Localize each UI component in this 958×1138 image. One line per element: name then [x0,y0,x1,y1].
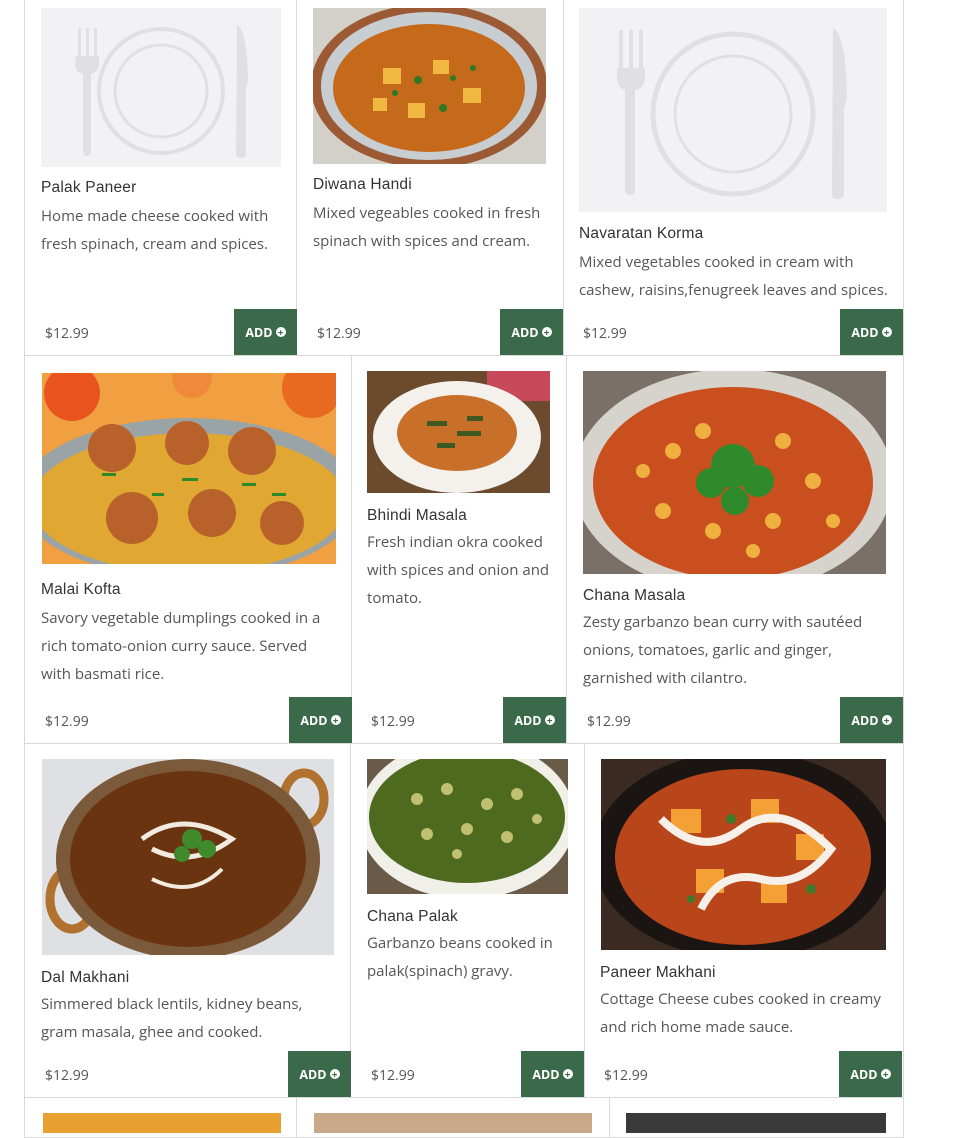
plus-circle-icon: + [544,715,555,725]
add-to-cart-button[interactable]: ADD + [521,1051,584,1097]
item-price: $12.99 [371,1066,415,1085]
add-to-cart-button[interactable]: ADD + [234,309,297,355]
item-title: Diwana Handi [313,176,412,193]
add-to-cart-button[interactable]: ADD + [840,309,903,355]
plus-circle-icon: + [881,715,892,725]
item-price: $12.99 [583,324,627,343]
add-to-cart-button[interactable]: ADD + [289,697,352,743]
add-label: ADD [532,1065,560,1083]
menu-item-card: Dal Makhani Simmered black lentils, kidn… [24,744,351,1098]
dal-kadai-image [42,759,334,955]
item-title: Malai Kofta [41,581,121,598]
menu-item-card: Chana Masala Zesty garbanzo bean curry w… [567,356,904,744]
menu-item-card: Diwana Handi Mixed vegeables cooked in f… [297,0,564,356]
item-price: $12.99 [604,1066,648,1085]
menu-item-card: Palak Paneer Home made cheese cooked wit… [24,0,297,356]
item-title: Paneer Makhani [600,964,716,981]
menu-item-card: Paneer Makhani Cottage Cheese cubes cook… [585,744,904,1098]
menu-item-card [610,1098,904,1138]
menu-item-card [297,1098,610,1138]
add-to-cart-button[interactable]: ADD + [288,1051,351,1097]
add-to-cart-button[interactable]: ADD + [839,1051,902,1097]
item-description: Simmered black lentils, kidney beans, gr… [41,994,303,1042]
add-label: ADD [851,711,879,729]
item-description: Garbanzo beans cooked in palak(spinach) … [367,933,553,981]
spinach-chickpea-bowl-image [367,759,568,894]
add-to-cart-button[interactable]: ADD + [503,697,566,743]
menu-item-card: Chana Palak Garbanzo beans cooked in pal… [351,744,585,1098]
food-image [43,1113,281,1133]
item-title: Bhindi Masala [367,507,467,524]
paneer-makhani-bowl-image [601,759,886,950]
add-label: ADD [850,1065,878,1083]
item-description: Fresh indian okra cooked with spices and… [367,532,550,608]
add-to-cart-button[interactable]: ADD + [840,697,903,743]
food-image [314,1113,592,1133]
placeholder-plate-icon [579,8,887,212]
item-price: $12.99 [317,324,361,343]
item-title: Navaratan Korma [579,225,704,242]
item-price: $12.99 [45,712,89,731]
item-description: Mixed vegetables cooked in cream with ca… [579,252,888,300]
kofta-dish-image [42,373,336,564]
okra-bowl-image [367,371,550,493]
food-image [626,1113,886,1133]
plus-circle-icon: + [881,327,892,337]
plus-circle-icon: + [275,327,286,337]
item-title: Chana Masala [583,587,686,604]
menu-item-card [24,1098,297,1138]
add-label: ADD [851,323,879,341]
item-description: Cottage Cheese cubes cooked in creamy an… [600,989,881,1037]
chickpea-bowl-image [583,371,886,574]
item-title: Palak Paneer [41,179,137,196]
plus-circle-icon: + [562,1069,573,1079]
item-price: $12.99 [45,324,89,343]
item-price: $12.99 [587,712,631,731]
item-description: Zesty garbanzo bean curry with sautéed o… [583,612,863,688]
add-label: ADD [514,711,542,729]
item-price: $12.99 [371,712,415,731]
item-title: Chana Palak [367,908,458,925]
item-description: Home made cheese cooked with fresh spina… [41,206,269,254]
add-label: ADD [511,323,539,341]
add-label: ADD [299,1065,327,1083]
item-price: $12.99 [45,1066,89,1085]
placeholder-plate-icon [41,8,281,167]
plus-circle-icon: + [541,327,552,337]
menu-item-card: Malai Kofta Savory vegetable dumplings c… [24,356,352,744]
plus-circle-icon: + [880,1069,891,1079]
item-description: Mixed vegeables cooked in fresh spinach … [313,203,541,251]
add-label: ADD [245,323,273,341]
item-description: Savory vegetable dumplings cooked in a r… [41,608,321,684]
add-to-cart-button[interactable]: ADD + [500,309,563,355]
item-title: Dal Makhani [41,969,130,986]
menu-item-card: Bhindi Masala Fresh indian okra cooked w… [352,356,567,744]
plus-circle-icon: + [330,715,341,725]
plus-circle-icon: + [329,1069,340,1079]
curry-copper-bowl-image [313,8,546,164]
menu-item-card: Navaratan Korma Mixed vegetables cooked … [564,0,904,356]
add-label: ADD [300,711,328,729]
